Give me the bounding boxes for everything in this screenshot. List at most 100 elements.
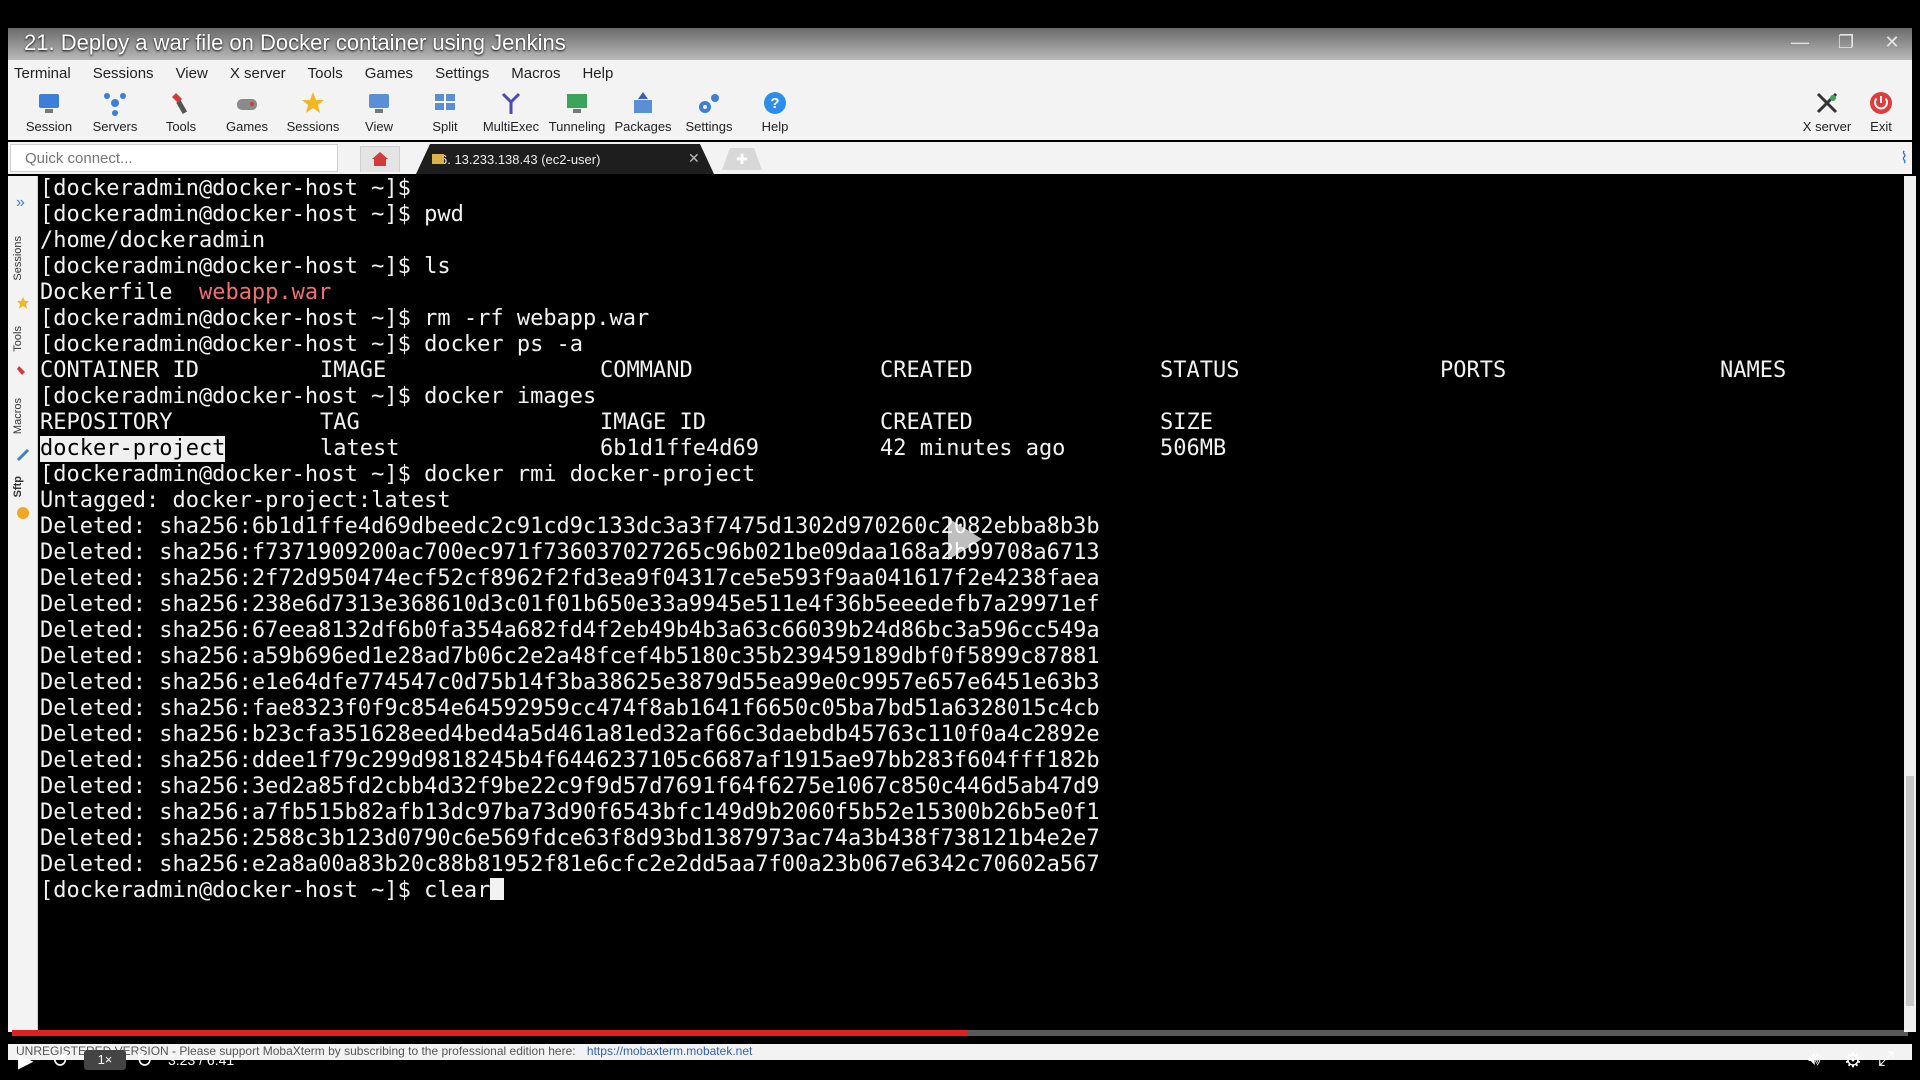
ps-header-image: IMAGE bbox=[320, 358, 387, 383]
image-created: 42 minutes ago bbox=[880, 436, 1066, 461]
terminal-line: Deleted: sha256:ddee1f79c299d9818245b4f6… bbox=[40, 748, 1100, 773]
menu-terminal[interactable]: Terminal bbox=[14, 65, 71, 82]
exit-button[interactable]: Exit bbox=[1856, 86, 1906, 140]
svg-text:?: ? bbox=[770, 95, 779, 112]
star-icon bbox=[17, 297, 29, 309]
video-frame: 21. Deploy a war file on Docker containe… bbox=[0, 0, 1920, 1080]
terminal-line: Deleted: sha256:e1e64dfe774547c0d75b14f3… bbox=[40, 670, 1100, 695]
terminal-line: Untagged: docker-project:latest bbox=[40, 488, 451, 513]
images-header-created: CREATED bbox=[880, 410, 973, 435]
text-cursor bbox=[490, 878, 505, 900]
new-tab-button[interactable]: ✚ bbox=[722, 148, 762, 170]
session-button[interactable]: Session bbox=[16, 86, 82, 140]
menu-settings[interactable]: Settings bbox=[435, 65, 489, 82]
tools-icon bbox=[17, 366, 25, 375]
servers-icon bbox=[104, 93, 126, 116]
packages-icon bbox=[634, 92, 652, 113]
gear-icon[interactable]: ⚙ bbox=[1844, 1048, 1862, 1073]
split-icon bbox=[435, 94, 455, 110]
side-tab-sftp[interactable]: Sftp bbox=[12, 476, 24, 497]
images-header-tag: TAG bbox=[320, 410, 360, 435]
scrollbar-thumb[interactable] bbox=[1906, 776, 1914, 1006]
terminal-line: Deleted: sha256:a59b696ed1e28ad7b06c2e2a… bbox=[40, 644, 1100, 669]
power-icon bbox=[1870, 92, 1892, 114]
menu-macros[interactable]: Macros bbox=[511, 65, 560, 82]
tools-button[interactable]: Tools bbox=[148, 86, 214, 140]
view-icon bbox=[369, 94, 389, 113]
terminal[interactable]: [dockeradmin@docker-host ~]$ [dockeradmi… bbox=[38, 176, 1904, 1032]
session-tab-label: 6. 13.233.138.43 (ec2-user) bbox=[440, 152, 601, 167]
multiexec-icon bbox=[501, 92, 521, 114]
volume-icon[interactable]: 🔊︎ bbox=[1808, 1048, 1821, 1071]
multiexec-button[interactable]: MultiExec bbox=[478, 86, 544, 140]
images-header-image-id: IMAGE ID bbox=[600, 410, 706, 435]
side-panel: » Sessions Tools Macros Sftp bbox=[8, 176, 38, 1032]
terminal-prompt-line: [dockeradmin@docker-host ~]$ clear bbox=[40, 878, 505, 904]
playback-speed[interactable]: 1× bbox=[84, 1050, 126, 1070]
session-tab[interactable]: 6. 13.233.138.43 (ec2-user) ✕ bbox=[416, 144, 714, 174]
terminal-line: Deleted: sha256:e2a8a00a83b20c88b81952f8… bbox=[40, 852, 1100, 877]
terminal-line: Deleted: sha256:3ed2a85fd2cbb4d32f9be22c… bbox=[40, 774, 1100, 799]
video-controls: ▶ ↺ 1× ↻ 3:23 / 6:41 🔊︎ ⚙ ⤢ bbox=[0, 1040, 1920, 1080]
terminal-line: [dockeradmin@docker-host ~]$ docker rmi … bbox=[40, 462, 756, 487]
minimize-icon[interactable]: — bbox=[1780, 32, 1820, 53]
image-repository: docker-project bbox=[40, 436, 226, 462]
expand-panel-icon[interactable]: » bbox=[16, 194, 25, 212]
packages-button[interactable]: Packages bbox=[610, 86, 676, 140]
menu-games[interactable]: Games bbox=[365, 65, 413, 82]
terminal-line: /home/dockeradmin bbox=[40, 228, 266, 253]
servers-button[interactable]: Servers bbox=[82, 86, 148, 140]
menu-tools[interactable]: Tools bbox=[308, 65, 343, 82]
terminal-line: Deleted: sha256:238e6d7313e368610d3c01f0… bbox=[40, 592, 1100, 617]
terminal-scrollbar[interactable] bbox=[1904, 176, 1916, 1032]
close-icon[interactable]: ✕ bbox=[1872, 32, 1912, 53]
sessions-button[interactable]: Sessions bbox=[280, 86, 346, 140]
star-icon bbox=[302, 92, 324, 113]
settings-button[interactable]: Settings bbox=[676, 86, 742, 140]
images-header-repository: REPOSITORY bbox=[40, 410, 173, 435]
settings-icon bbox=[699, 94, 719, 113]
home-tab[interactable] bbox=[360, 146, 400, 172]
ps-header-created: CREATED bbox=[880, 358, 973, 383]
terminal-line: Deleted: sha256:2588c3b123d0790c6e569fdc… bbox=[40, 826, 1100, 851]
menu-view[interactable]: View bbox=[176, 65, 208, 82]
toolbar: Session Servers Tools Games Sessions Vie… bbox=[8, 86, 1912, 140]
home-icon bbox=[372, 152, 388, 166]
view-button[interactable]: View bbox=[346, 86, 412, 140]
tunneling-icon bbox=[567, 94, 587, 113]
image-id: 6b1d1ffe4d69 bbox=[600, 436, 759, 461]
forward-icon[interactable]: ↻ bbox=[136, 1048, 153, 1073]
images-row-line: docker-project latest 6b1d1ffe4d69 42 mi… bbox=[40, 436, 1900, 462]
menu-sessions[interactable]: Sessions bbox=[93, 65, 154, 82]
fullscreen-icon[interactable]: ⤢ bbox=[1878, 1048, 1894, 1071]
video-progress-bar[interactable] bbox=[12, 1030, 1908, 1036]
side-tab-tools[interactable]: Tools bbox=[12, 326, 24, 352]
terminal-line: [dockeradmin@docker-host ~]$ docker ps -… bbox=[40, 332, 584, 357]
x-server-button[interactable]: X server bbox=[1794, 86, 1860, 140]
menu-help[interactable]: Help bbox=[582, 65, 613, 82]
terminal-line: Deleted: sha256:f7371909200ac700ec971f73… bbox=[40, 540, 1100, 565]
terminal-line: [dockeradmin@docker-host ~]$ pwd bbox=[40, 202, 464, 227]
video-title: 21. Deploy a war file on Docker containe… bbox=[24, 30, 566, 55]
menu-x-server[interactable]: X server bbox=[230, 65, 286, 82]
games-button[interactable]: Games bbox=[214, 86, 280, 140]
video-time: 3:23 / 6:41 bbox=[168, 1052, 235, 1068]
session-icon bbox=[39, 94, 59, 113]
side-tab-macros[interactable]: Macros bbox=[12, 398, 24, 434]
close-tab-icon[interactable]: ✕ bbox=[688, 150, 700, 167]
quick-connect-input[interactable] bbox=[10, 144, 338, 172]
tunneling-button[interactable]: Tunneling bbox=[544, 86, 610, 140]
rewind-icon[interactable]: ↺ bbox=[52, 1048, 69, 1073]
help-button[interactable]: ? Help bbox=[742, 86, 808, 140]
x-server-icon bbox=[1816, 92, 1838, 114]
ps-header-status: STATUS bbox=[1160, 358, 1240, 383]
play-icon[interactable]: ▶ bbox=[18, 1048, 33, 1073]
side-tab-sessions[interactable]: Sessions bbox=[12, 236, 24, 281]
paperclip-icon[interactable]: ⌇ bbox=[1900, 148, 1908, 168]
split-button[interactable]: Split bbox=[412, 86, 478, 140]
restore-icon[interactable]: ❐ bbox=[1826, 32, 1866, 53]
tools-icon bbox=[172, 93, 188, 115]
terminal-line: Deleted: sha256:6b1d1ffe4d69dbeedc2c91cd… bbox=[40, 514, 1100, 539]
terminal-line: Deleted: sha256:67eea8132df6b0fa354a682f… bbox=[40, 618, 1100, 643]
play-overlay-icon[interactable] bbox=[944, 514, 984, 564]
